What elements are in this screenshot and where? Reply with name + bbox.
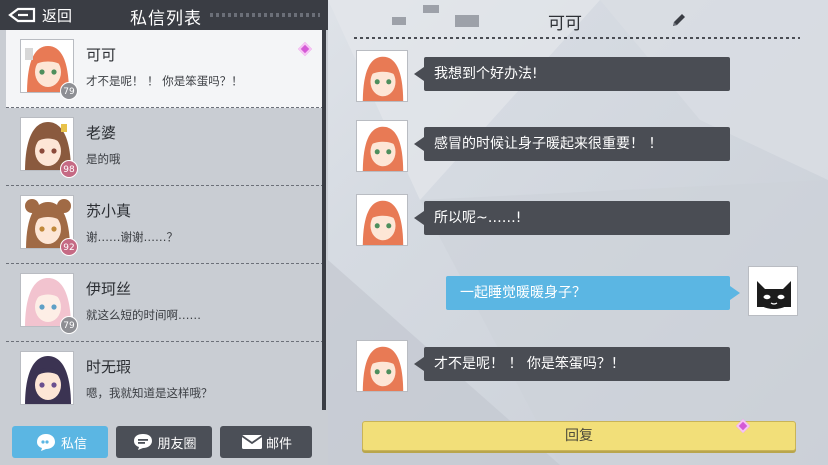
chat-message: 才不是呢！ ！ 你是笨蛋吗？！: [356, 340, 806, 398]
contact-name: 老婆: [86, 124, 117, 142]
contact-name: 苏小真: [86, 202, 132, 220]
moments-icon: [134, 434, 153, 450]
contact-item[interactable]: 79 可可 才不是呢！ ！ 你是笨蛋吗？！: [6, 30, 324, 108]
chat-bubble-icon: [36, 434, 55, 451]
moments-label: 朋友圈: [157, 436, 197, 452]
private-message-button[interactable]: 私信: [12, 426, 108, 458]
chat-divider: [354, 37, 800, 39]
avatar: [356, 120, 408, 172]
chat-message: 感冒的时候让身子暖起来很重要！ ！: [356, 120, 806, 178]
avatar: [356, 50, 408, 102]
header-decoration: [210, 13, 320, 17]
contact-list-header: 返回 私信列表: [0, 0, 328, 30]
contact-preview: 就这么短的时间啊……: [86, 308, 201, 322]
mail-icon: [241, 435, 263, 449]
contact-name: 时无瑕: [86, 358, 132, 376]
private-message-label: 私信: [60, 436, 87, 452]
avatar: [356, 194, 408, 246]
contact-preview: 嗯，我就知道是这样哦？: [86, 386, 213, 400]
contact-name: 伊珂丝: [86, 280, 132, 298]
contact-item[interactable]: 时无瑕 嗯，我就知道是这样哦？: [6, 342, 324, 408]
chat-panel: 可可 我想到个好办法! 感冒的时候让身子暖起来很重要！ ！ 所以呢~……! 一起…: [328, 0, 828, 465]
level-badge: 79: [60, 316, 78, 334]
message-bubble: 感冒的时候让身子暖起来很重要！ ！: [414, 127, 730, 161]
bottom-nav: 私信 朋友圈 邮件: [0, 412, 328, 465]
contact-item[interactable]: 79 伊珂丝 就这么短的时间啊……: [6, 264, 324, 342]
pencil-icon[interactable]: [670, 11, 688, 29]
contact-name: 可可: [86, 46, 117, 64]
chat-message: 我想到个好办法!: [356, 50, 806, 108]
chat-title: 可可: [548, 14, 582, 34]
message-bubble: 所以呢~……!: [414, 201, 730, 235]
player-avatar: [748, 266, 798, 316]
message-bubble: 一起睡觉暖暖身子？: [446, 276, 740, 310]
chat-message: 一起睡觉暖暖身子？: [356, 266, 806, 334]
cat-icon: [749, 267, 797, 315]
chat-message: 所以呢~……!: [356, 194, 806, 252]
level-badge: 92: [60, 238, 78, 256]
avatar: [356, 340, 408, 392]
level-badge: 79: [60, 82, 78, 100]
mail-button[interactable]: 邮件: [220, 426, 312, 458]
contact-preview: 谢……谢谢……？: [86, 230, 178, 244]
contact-preview: 是的哦: [86, 152, 121, 166]
message-bubble: 我想到个好办法!: [414, 57, 730, 91]
mail-label: 邮件: [265, 436, 292, 452]
contact-list: 79 可可 才不是呢！ ！ 你是笨蛋吗？！ 98 老婆 是的哦 92 苏小真 谢…: [6, 30, 324, 408]
contact-item[interactable]: 98 老婆 是的哦: [6, 108, 324, 186]
reply-button[interactable]: 回复: [362, 421, 796, 451]
contact-preview: 才不是呢！ ！ 你是笨蛋吗？！: [86, 74, 243, 88]
contact-list-scrollbar[interactable]: [322, 30, 326, 410]
contact-list-title: 私信列表: [130, 9, 202, 29]
contact-list-panel: 返回 私信列表 79 可可 才不是呢！ ！ 你是笨蛋吗？！ 98 老婆 是的哦 …: [0, 0, 328, 465]
back-button[interactable]: 返回: [8, 4, 72, 26]
message-bubble: 才不是呢！ ！ 你是笨蛋吗？！: [414, 347, 730, 381]
avatar: [20, 351, 74, 405]
level-badge: 98: [60, 160, 78, 178]
unread-diamond-icon: [297, 41, 313, 57]
back-arrow-icon: [8, 7, 36, 23]
contact-item[interactable]: 92 苏小真 谢……谢谢……？: [6, 186, 324, 264]
moments-button[interactable]: 朋友圈: [116, 426, 212, 458]
back-label: 返回: [42, 6, 73, 25]
